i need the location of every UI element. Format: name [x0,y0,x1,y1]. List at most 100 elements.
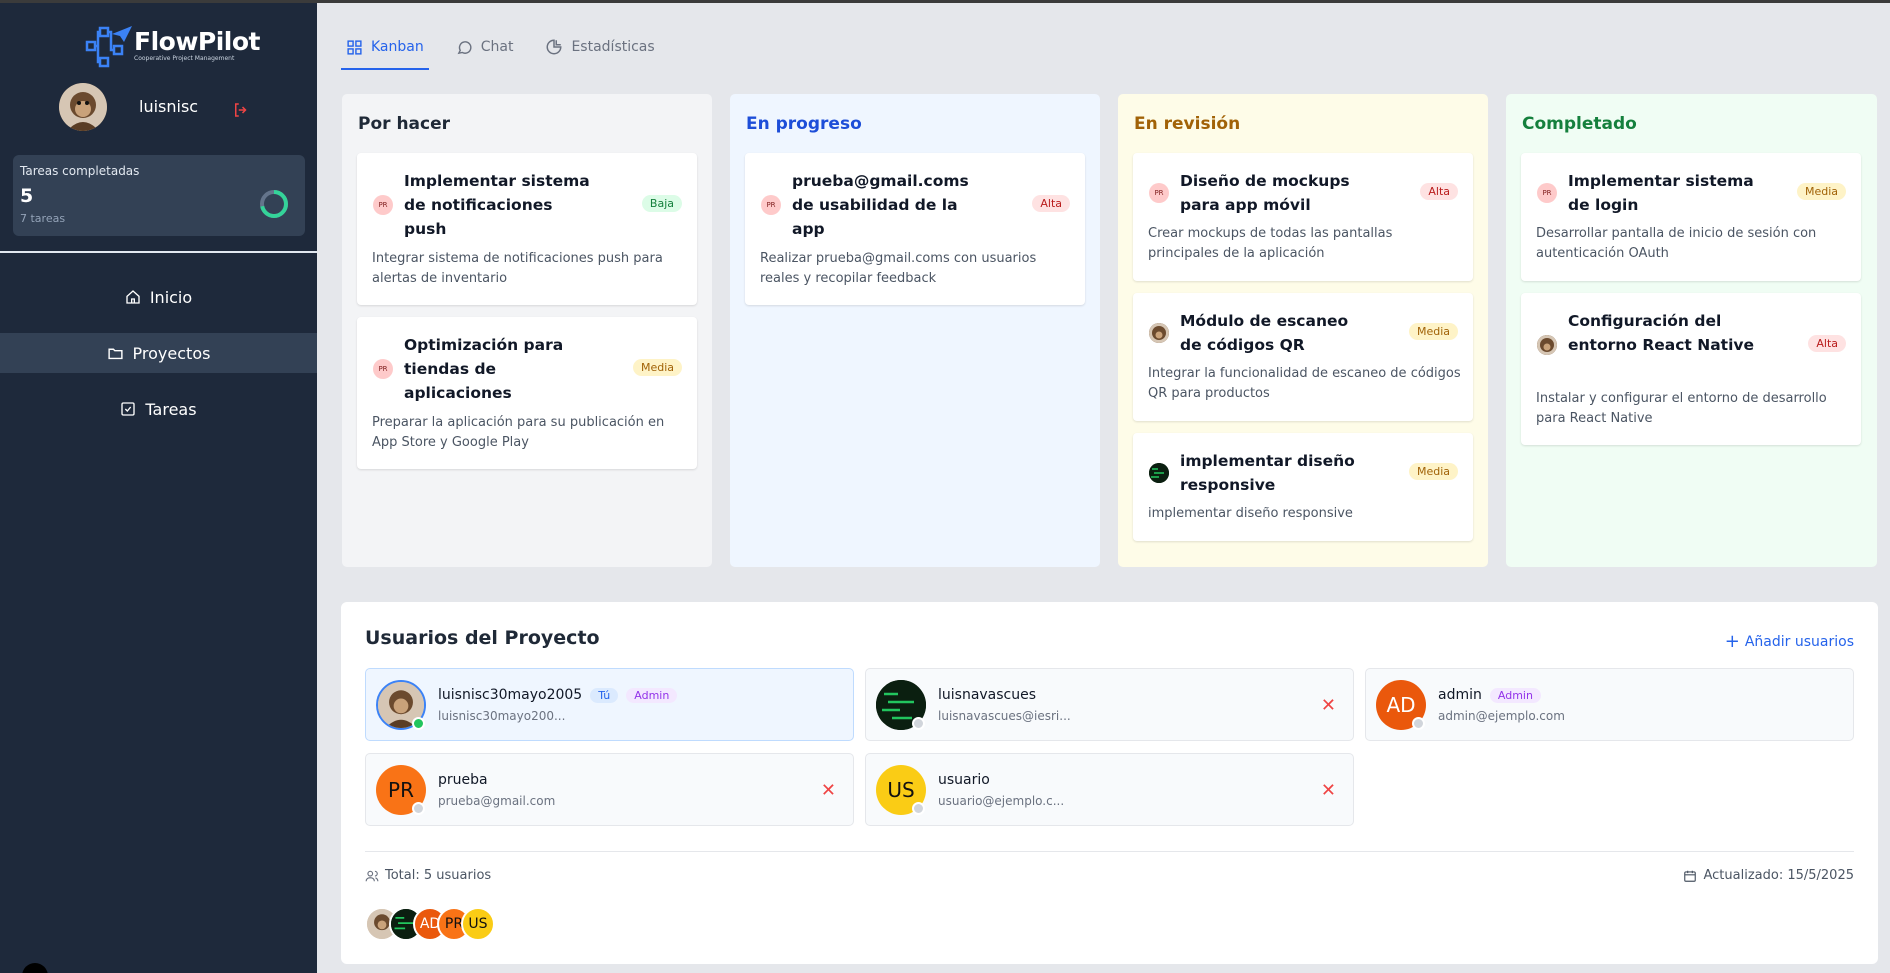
remove-user-icon[interactable]: ✕ [1321,780,1336,801]
user-name: luisnisc30mayo2005 [438,687,583,703]
priority-badge: Media [1796,183,1846,200]
stats-total: 7 tareas [20,212,66,225]
nav-item-inicio[interactable]: Inicio [0,277,317,317]
check-square-icon [121,402,136,416]
task-card[interactable]: PR Optimización para tiendas de aplicaci… [357,317,697,469]
user-name: prueba [438,772,488,788]
offline-status-dot [912,717,925,730]
user-avatar[interactable] [59,83,107,131]
task-description: Integrar la funcionalidad de escaneo de … [1148,366,1461,401]
tab-chat[interactable]: Chat [451,24,519,70]
online-status-dot [412,717,425,730]
task-title: Optimización para tiendas de aplicacione… [404,336,564,402]
monkey-avatar-image [59,83,107,131]
priority-badge: Media [1408,463,1458,480]
priority-badge: Alta [1420,183,1458,200]
task-card[interactable]: Configuración del entorno React Native A… [1521,293,1861,445]
assignee-avatar: PR [373,195,393,215]
admin-badge: Admin [626,687,678,703]
assignee-avatar [1149,323,1169,343]
panel-divider [365,851,1854,852]
panel-title: Usuarios del Proyecto [365,627,600,649]
task-card[interactable]: implementar diseño responsive Media impl… [1133,433,1473,541]
stats-count: 5 [20,185,34,207]
assignee-avatar: PR [1149,183,1169,203]
grid-icon [347,39,362,55]
user-card[interactable]: PR prueba prueba@gmail.com ✕ [365,753,854,826]
assignee-avatar [1537,335,1557,355]
add-users-button[interactable]: + Añadir usuarios [1725,631,1854,652]
project-users-panel: Usuarios del Proyecto + Añadir usuarios … [341,602,1878,964]
user-name: luisnavascues [938,687,1037,703]
app-logo[interactable]: FlowPilot Cooperative Project Management [84,24,261,68]
assignee-avatar: PR [373,359,393,379]
last-updated-label: Actualizado: 15/5/2025 [1703,868,1854,883]
kanban-column-completado: Completado PR Implementar sistema de log… [1505,93,1878,568]
assignee-avatar: PR [1537,183,1557,203]
sidebar-divider [0,251,317,253]
nav-item-tareas[interactable]: Tareas [0,389,317,429]
logout-icon[interactable] [232,101,250,119]
user-email: usuario@ejemplo.c... [938,794,1065,808]
assignee-avatar: PR [761,195,781,215]
priority-badge: Baja [641,195,682,212]
user-email: prueba@gmail.com [438,794,556,808]
tab-estadisticas[interactable]: Estadísticas [540,24,659,70]
offline-status-dot [912,802,925,815]
user-email: luisnisc30mayo200... [438,709,566,723]
sidebar: FlowPilot Cooperative Project Management… [0,0,317,973]
task-title: Diseño de mockups para app móvil [1180,172,1350,214]
calendar-icon [1684,870,1697,882]
task-card[interactable]: PR Diseño de mockups para app móvil Alta… [1133,153,1473,281]
tab-label: Chat [480,39,514,55]
priority-badge: Media [1408,323,1458,340]
priority-badge: Media [632,359,682,376]
user-card[interactable]: luisnisc30mayo2005 Tú Admin luisnisc30mayo… [365,668,854,741]
monkey-avatar-image [1149,323,1169,343]
offline-status-dot [1412,717,1425,730]
offline-status-dot [412,802,425,815]
column-title: En revisión [1134,114,1241,134]
nav-label: Inicio [149,287,193,307]
task-card[interactable]: PR Implementar sistema de login Media De… [1521,153,1861,281]
view-tabs: Kanban Chat Estadísticas [341,24,682,70]
task-card[interactable]: PR Implementar sistema de notificaciones… [357,153,697,305]
admin-badge: Admin [1489,687,1541,703]
code-avatar-image [1149,463,1169,483]
nav-label: Proyectos [132,343,211,363]
completed-tasks-card: Tareas completadas 5 7 tareas [13,155,305,236]
user-card[interactable]: AD admin Admin admin@ejemplo.com [1365,668,1854,741]
plus-icon: + [1724,631,1740,652]
task-description: Crear mockups de todas las pantallas pri… [1148,226,1393,261]
task-card[interactable]: PR prueba@gmail.coms de usabilidad de la… [745,153,1085,305]
task-title: Implementar sistema de login [1568,172,1754,214]
user-card[interactable]: US usuario usuario@ejemplo.c... ✕ [865,753,1354,826]
user-card[interactable]: luisnavascues luisnavascues@iesri... ✕ [865,668,1354,741]
user-email: luisnavascues@iesri... [938,709,1071,723]
total-users-label: Total: 5 usuarios [385,868,492,883]
app-name: FlowPilot [134,27,261,56]
column-title: En progreso [746,114,862,134]
remove-user-icon[interactable]: ✕ [1321,695,1336,716]
task-card[interactable]: Módulo de escaneo de códigos QR Media In… [1133,293,1473,421]
task-description: implementar diseño responsive [1148,506,1353,521]
remove-user-icon[interactable]: ✕ [821,780,836,801]
monkey-avatar-image [1537,335,1557,355]
user-name: luisnisc [139,97,199,116]
priority-badge: Alta [1032,195,1070,212]
stack-avatar: US [461,907,495,941]
task-title: Implementar sistema de notificaciones pu… [404,172,590,238]
task-title: Módulo de escaneo de códigos QR [1180,312,1349,354]
user-name: usuario [938,772,990,788]
flowpilot-logo-icon [85,26,132,68]
user-email: admin@ejemplo.com [1438,709,1565,723]
nav-item-proyectos[interactable]: Proyectos [0,333,317,373]
progress-ring-icon [260,190,288,218]
window-top-border [0,0,1890,3]
folder-icon [107,348,123,359]
assignee-avatar [1149,463,1169,483]
task-title: implementar diseño responsive [1180,452,1355,494]
tab-kanban[interactable]: Kanban [341,24,429,70]
kanban-column-en-revision: En revisión PR Diseño de mockups para ap… [1117,93,1489,568]
users-icon [365,870,379,881]
